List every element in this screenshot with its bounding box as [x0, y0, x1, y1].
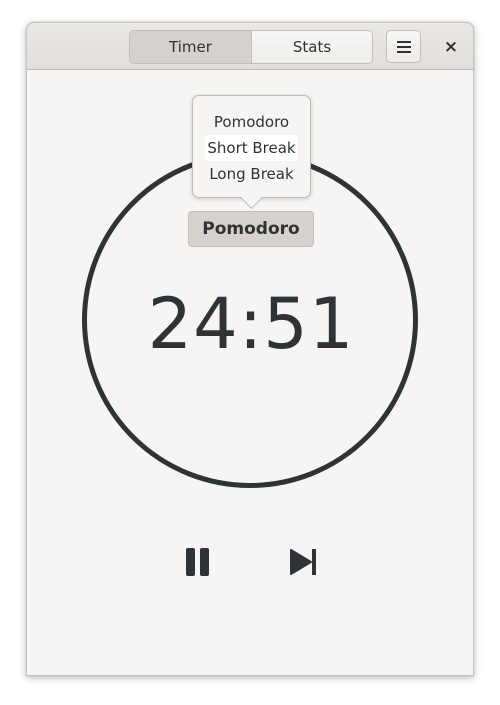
- mode-popover: Pomodoro Short Break Long Break: [192, 95, 311, 198]
- pause-button[interactable]: [181, 545, 215, 579]
- popover-item-long-break[interactable]: Long Break: [205, 161, 298, 187]
- tab-stats[interactable]: Stats: [251, 31, 372, 63]
- app-window: Timer Stats × Pomodoro Pomodoro Short Br…: [26, 22, 474, 676]
- tab-timer[interactable]: Timer: [130, 31, 251, 63]
- skip-button[interactable]: [286, 545, 320, 579]
- time-remaining: 24:51: [147, 283, 355, 365]
- popover-item-pomodoro[interactable]: Pomodoro: [205, 109, 298, 135]
- close-button[interactable]: ×: [437, 33, 465, 61]
- view-switcher: Timer Stats: [129, 30, 373, 64]
- skip-forward-icon: [290, 549, 316, 575]
- hamburger-menu-icon: [396, 40, 411, 53]
- header-bar: Timer Stats ×: [27, 23, 473, 70]
- menu-button[interactable]: [386, 30, 421, 63]
- popover-item-short-break[interactable]: Short Break: [205, 135, 298, 161]
- close-icon: ×: [443, 37, 459, 57]
- mode-selector-button[interactable]: Pomodoro: [188, 211, 314, 247]
- pause-icon: [186, 548, 209, 576]
